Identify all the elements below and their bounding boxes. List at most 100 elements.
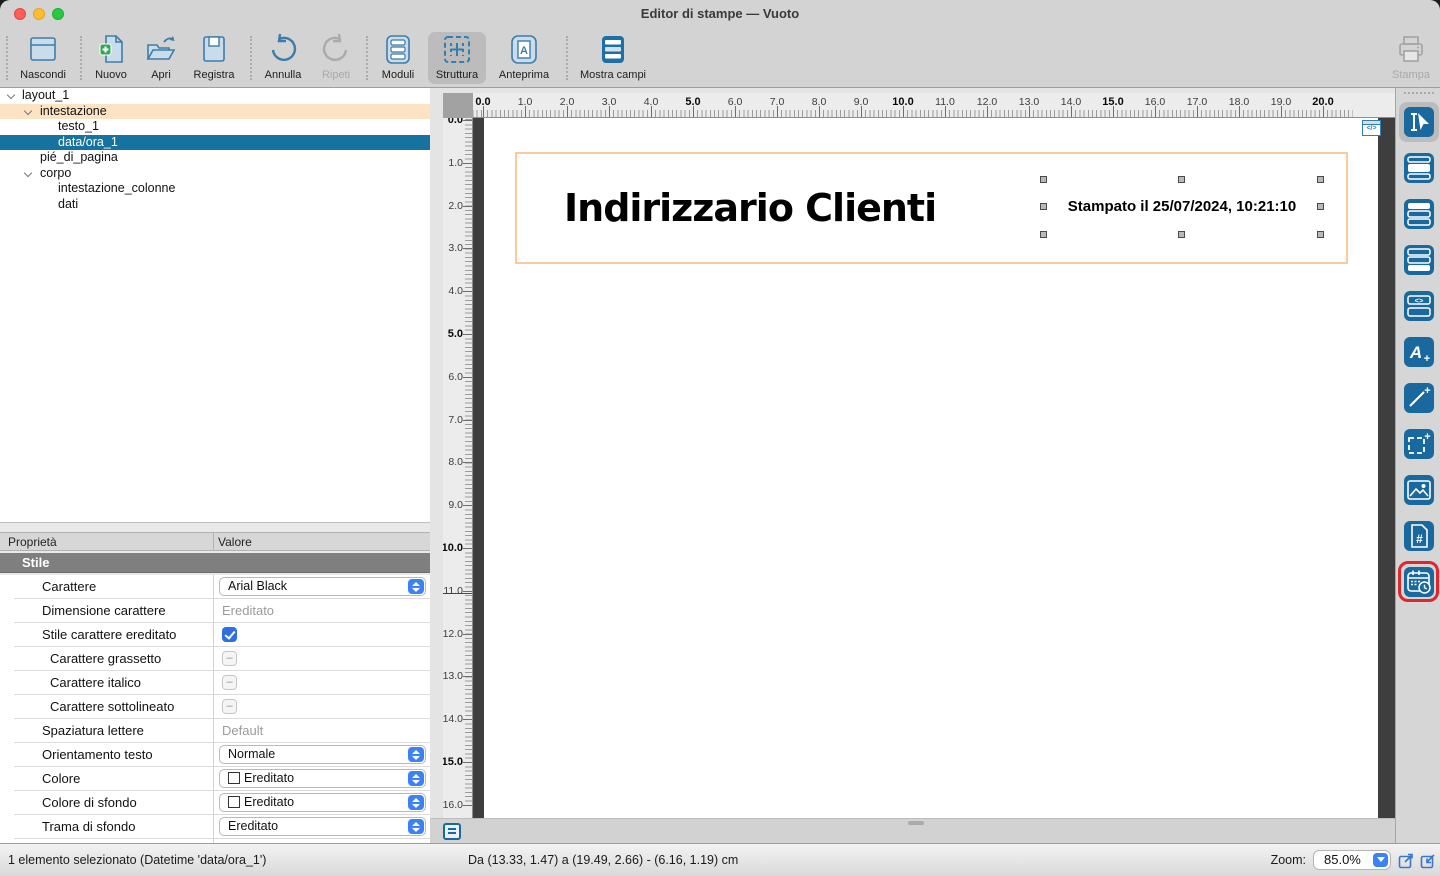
font-size-field[interactable]: Ereditato — [222, 603, 274, 618]
tree-item-corpo[interactable]: corpo — [0, 166, 430, 182]
ruler-major-tick — [1113, 106, 1114, 117]
open-button[interactable]: Apri — [139, 32, 183, 84]
undo-icon — [266, 32, 300, 68]
expand-window-icon[interactable] — [1398, 852, 1415, 869]
resize-handle-s[interactable] — [1178, 231, 1185, 238]
add-image-tool-button[interactable] — [1404, 475, 1434, 505]
add-text-icon: A + — [1404, 337, 1434, 367]
ruler-major-tick — [463, 719, 472, 720]
body-band-icon — [1404, 153, 1434, 183]
add-rectangle-tool-button[interactable]: + — [1404, 429, 1434, 459]
dropdown-stepper-icon — [408, 795, 424, 810]
new-document-icon — [94, 32, 128, 68]
ruler-major-tick — [861, 106, 862, 117]
tree-item-intestazione-colonne[interactable]: intestazione_colonne — [0, 181, 430, 197]
print-icon — [1394, 32, 1428, 68]
ruler-major-tick — [483, 106, 484, 117]
inherited-style-checkbox[interactable] — [222, 627, 237, 642]
modules-button[interactable]: Moduli — [374, 32, 422, 84]
tree-item-pie-di-pagina[interactable]: pié_di_pagina — [0, 150, 430, 166]
resize-handle-e[interactable] — [1317, 203, 1324, 210]
resize-handle-w[interactable] — [1040, 203, 1047, 210]
underline-mixed-checkbox[interactable]: – — [222, 699, 237, 714]
add-text-tool-button[interactable]: A + — [1404, 337, 1434, 367]
property-row-orientamento: Orientamento testo Normale — [0, 743, 430, 767]
italic-mixed-checkbox[interactable]: – — [222, 675, 237, 690]
window-title: Editor di stampe — Vuoto — [0, 6, 1440, 21]
add-line-icon: + — [1404, 383, 1434, 413]
undo-button[interactable]: Annulla — [256, 32, 310, 84]
report-title-text[interactable]: Indirizzario Clienti — [564, 186, 936, 230]
text-color-dropdown[interactable]: Ereditato — [219, 769, 426, 788]
show-fields-button[interactable]: Mostra campi — [574, 32, 652, 84]
zoom-level-select[interactable]: 85.0% — [1313, 850, 1391, 870]
tree-item-testo-1[interactable]: testo_1 — [0, 119, 430, 135]
header-band-tool-button[interactable] — [1404, 199, 1434, 229]
svg-text:<>: <> — [1415, 296, 1424, 305]
tree-item-intestazione[interactable]: intestazione — [0, 104, 430, 120]
resize-handle-sw[interactable] — [1040, 231, 1047, 238]
ruler-major-tick — [1029, 106, 1030, 117]
structure-view-button[interactable]: Struttura — [428, 32, 486, 84]
background-pattern-dropdown[interactable]: Ereditato — [219, 817, 426, 836]
text-orientation-dropdown[interactable]: Normale — [219, 745, 426, 764]
code-band-tool-button[interactable]: <> — [1404, 291, 1434, 321]
add-page-number-tool-button[interactable]: # — [1404, 521, 1434, 551]
properties-table: Carattere Arial Black Dimensione caratte… — [0, 575, 430, 843]
preview-button[interactable]: A Anteprima — [492, 32, 556, 84]
background-color-dropdown[interactable]: Ereditato — [219, 793, 426, 812]
chevron-down-icon[interactable] — [7, 91, 15, 99]
tree-item-layout-1[interactable]: layout_1 — [0, 88, 430, 104]
tree-item-dati[interactable]: dati — [0, 197, 430, 213]
font-dropdown[interactable]: Arial Black — [219, 577, 426, 596]
select-tool-button[interactable] — [1404, 107, 1434, 137]
header-band-icon — [1404, 199, 1434, 229]
toolbar-separator — [80, 36, 82, 80]
new-document-button[interactable]: Nuovo — [88, 32, 134, 84]
canvas-bottom-bar — [430, 818, 1395, 843]
color-swatch — [228, 772, 240, 784]
ruler-label: 3.0 — [448, 242, 463, 254]
report-page[interactable]: Indirizzario Clienti Stampato il 25/07/2… — [484, 118, 1378, 818]
ruler-label: 9.0 — [448, 499, 463, 511]
ruler-major-tick — [525, 106, 526, 117]
resize-handle-nw[interactable] — [1040, 176, 1047, 183]
footer-band-tool-button[interactable] — [1404, 245, 1434, 275]
print-button[interactable]: Stampa — [1384, 32, 1438, 84]
coordinates-status-text: Da (13.33, 1.47) a (19.49, 2.66) - (6.16… — [468, 853, 738, 867]
band-page-icon[interactable] — [443, 823, 461, 840]
dropdown-stepper-icon — [408, 579, 424, 594]
code-view-badge[interactable]: </> — [1362, 120, 1381, 136]
svg-text:+: + — [1424, 431, 1430, 443]
open-folder-icon — [144, 32, 178, 68]
datetime-text[interactable]: Stampato il 25/07/2024, 10:21:10 — [1044, 198, 1320, 215]
resize-handle-ne[interactable] — [1317, 176, 1324, 183]
horizontal-scrollbar[interactable] — [908, 821, 924, 825]
style-section-header[interactable]: Stile — [0, 553, 430, 573]
ruler-major-tick — [987, 106, 988, 117]
letter-spacing-field[interactable]: Default — [222, 723, 263, 738]
vertical-ruler: 0.01.02.03.04.05.06.07.08.09.010.011.012… — [443, 118, 473, 818]
bold-mixed-checkbox[interactable]: – — [222, 651, 237, 666]
add-line-tool-button[interactable]: + — [1404, 383, 1434, 413]
save-button[interactable]: Registra — [186, 32, 242, 84]
resize-handle-se[interactable] — [1317, 231, 1324, 238]
datetime-selected-element[interactable]: Stampato il 25/07/2024, 10:21:10 — [1044, 180, 1320, 234]
property-row-trama-sfondo: Trama di sfondo Ereditato — [0, 815, 430, 839]
svg-text:+: + — [1424, 385, 1430, 397]
left-panel: layout_1 intestazione testo_1 data/ora_1… — [0, 88, 431, 843]
hide-panel-button[interactable]: Nascondi — [14, 32, 72, 84]
chevron-down-icon[interactable] — [24, 106, 32, 114]
ruler-major-tick — [463, 591, 472, 592]
tree-item-data-ora-1[interactable]: data/ora_1 — [0, 135, 430, 151]
ruler-major-tick — [1281, 106, 1282, 117]
property-row-colore: Colore Ereditato — [0, 767, 430, 791]
ruler-corner — [443, 93, 473, 118]
shrink-window-icon[interactable] — [1420, 852, 1437, 869]
body-band-tool-button[interactable] — [1404, 153, 1434, 183]
design-canvas: 0.01.02.03.04.05.06.07.08.09.010.011.012… — [430, 88, 1395, 843]
resize-handle-n[interactable] — [1178, 176, 1185, 183]
chevron-down-icon[interactable] — [24, 168, 32, 176]
ruler-label: 10.0 — [443, 542, 463, 554]
redo-button[interactable]: Ripeti — [312, 32, 360, 84]
